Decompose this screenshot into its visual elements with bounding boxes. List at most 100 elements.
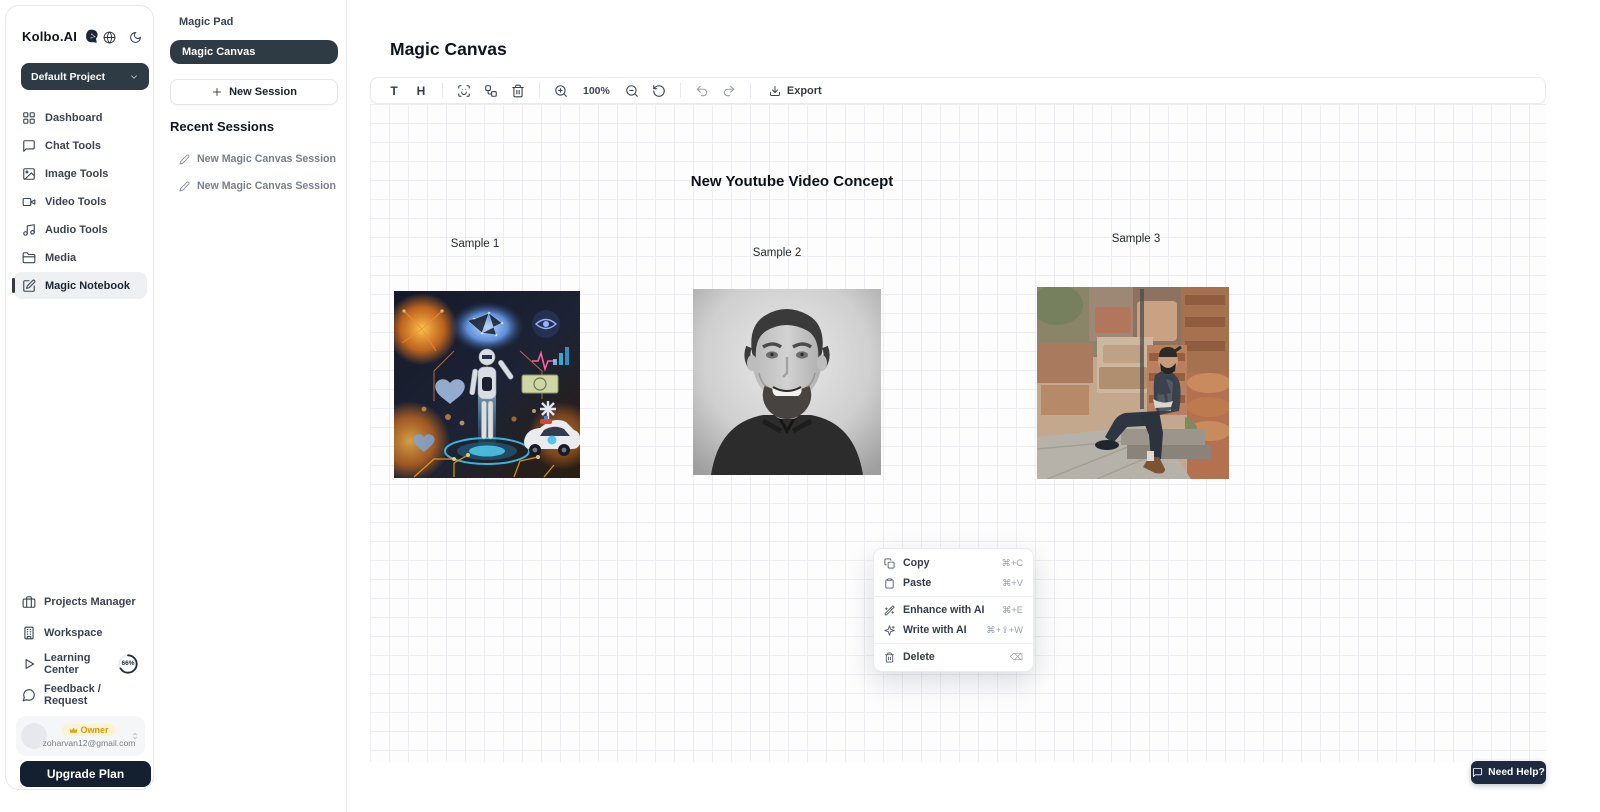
- delete-tool-button[interactable]: [507, 80, 529, 101]
- sidebar-item-label: Magic Notebook: [45, 280, 130, 292]
- sidebar-item-video-tools[interactable]: Video Tools: [14, 188, 147, 215]
- undo-button[interactable]: [691, 80, 713, 101]
- chat-bubble-icon: [22, 139, 36, 153]
- sidebar-item-label: Video Tools: [45, 196, 106, 208]
- text-tool-button[interactable]: T: [383, 80, 405, 101]
- rotate-reset-button[interactable]: [648, 80, 670, 101]
- owner-badge: Owner: [62, 724, 115, 736]
- sidebar: Kolbo.AI Default Project Dashboard Chat …: [5, 5, 154, 790]
- sidebar-item-label: Chat Tools: [45, 140, 101, 152]
- heading-tool-button[interactable]: H: [410, 80, 432, 101]
- pencil-icon: [179, 154, 190, 165]
- dashboard-grid-icon: [22, 111, 36, 125]
- sample-2-label[interactable]: Sample 2: [727, 247, 827, 259]
- context-menu-divider: [874, 596, 1033, 597]
- recent-sessions-title: Recent Sessions: [170, 119, 274, 134]
- sidebar-item-projects-manager[interactable]: Projects Manager: [14, 587, 147, 616]
- sidebar-item-workspace[interactable]: Workspace: [14, 618, 147, 647]
- pencil-icon: [179, 181, 190, 192]
- sparkles-icon: [884, 625, 895, 636]
- sample-3-image-man-on-ruins[interactable]: [1037, 287, 1229, 479]
- scan-face-tool-button[interactable]: [453, 80, 475, 101]
- upgrade-plan-button[interactable]: Upgrade Plan: [20, 761, 151, 787]
- sidebar-item-audio-tools[interactable]: Audio Tools: [14, 216, 147, 243]
- context-menu-divider: [874, 643, 1033, 644]
- sample-1-label[interactable]: Sample 1: [425, 238, 525, 250]
- copy-icon: [884, 558, 895, 569]
- session-list-item[interactable]: New Magic Canvas Session: [179, 151, 339, 167]
- chevron-down-icon: [129, 72, 139, 82]
- session-panel: Magic Pad Magic Canvas New Session Recen…: [155, 0, 347, 812]
- sidebar-item-label: Learning Center: [44, 652, 107, 676]
- upgrade-plan-label: Upgrade Plan: [47, 767, 124, 781]
- toolbar-divider: [680, 83, 681, 98]
- context-menu-item-enhance-with-ai[interactable]: Enhance with AI ⌘+E: [874, 600, 1033, 620]
- sidebar-item-image-tools[interactable]: Image Tools: [14, 160, 147, 187]
- learning-progress-value: 66%: [117, 653, 139, 675]
- session-list-item[interactable]: New Magic Canvas Session: [179, 178, 339, 194]
- need-help-button[interactable]: Need Help?: [1471, 761, 1546, 784]
- context-menu-item-delete[interactable]: Delete ⌫: [874, 647, 1033, 667]
- plus-icon: [211, 86, 223, 98]
- language-globe-icon[interactable]: [103, 31, 116, 44]
- canvas-toolbar: T H 100% Export: [370, 77, 1546, 104]
- sidebar-item-label: Feedback / Request: [44, 683, 139, 707]
- zoom-out-button[interactable]: [621, 80, 643, 101]
- user-email: zoharvan12@gmail.com: [43, 738, 136, 748]
- dark-mode-moon-icon[interactable]: [129, 31, 142, 44]
- redo-button[interactable]: [718, 80, 740, 101]
- notebook-pen-icon: [22, 279, 36, 293]
- sidebar-item-label: Image Tools: [45, 168, 108, 180]
- need-help-label: Need Help?: [1488, 767, 1545, 778]
- user-account-chip[interactable]: Owner zoharvan12@gmail.com: [16, 716, 145, 756]
- toolbar-divider: [750, 83, 751, 98]
- magic-canvas-tab-label: Magic Canvas: [182, 46, 255, 58]
- context-menu-label: Delete: [903, 651, 1002, 663]
- sidebar-item-label: Workspace: [44, 627, 103, 639]
- context-menu-item-write-with-ai[interactable]: Write with AI ⌘+⇧+W: [874, 620, 1033, 640]
- image-icon: [22, 167, 36, 181]
- sidebar-item-magic-notebook[interactable]: Magic Notebook: [14, 272, 147, 299]
- sidebar-item-feedback[interactable]: Feedback / Request: [14, 680, 147, 709]
- magic-canvas-tab[interactable]: Magic Canvas: [170, 40, 338, 64]
- sidebar-item-label: Media: [45, 252, 76, 264]
- zoom-in-button[interactable]: [550, 80, 572, 101]
- context-menu-shortcut: ⌘+V: [1002, 578, 1023, 589]
- logo: Kolbo.AI: [22, 26, 142, 46]
- project-selector[interactable]: Default Project: [21, 63, 149, 90]
- new-session-button[interactable]: New Session: [170, 79, 338, 105]
- context-menu-shortcut: ⌫: [1010, 652, 1023, 663]
- owner-badge-label: Owner: [80, 725, 108, 735]
- sample-3-label[interactable]: Sample 3: [1086, 233, 1186, 245]
- context-menu-item-copy[interactable]: Copy ⌘+C: [874, 553, 1033, 573]
- export-button[interactable]: Export: [761, 80, 830, 101]
- canvas-heading[interactable]: New Youtube Video Concept: [640, 173, 944, 190]
- briefcase-icon: [22, 595, 36, 609]
- sidebar-item-dashboard[interactable]: Dashboard: [14, 104, 147, 131]
- folder-icon: [22, 251, 36, 265]
- context-menu-shortcut: ⌘+C: [1002, 558, 1023, 569]
- session-item-label: New Magic Canvas Session: [197, 180, 336, 192]
- sidebar-item-chat-tools[interactable]: Chat Tools: [14, 132, 147, 159]
- context-menu-label: Paste: [903, 577, 994, 589]
- play-icon: [22, 657, 36, 671]
- sample-1-image-ai-robot-collage[interactable]: [394, 291, 580, 478]
- sidebar-item-media[interactable]: Media: [14, 244, 147, 271]
- sidebar-item-label: Dashboard: [45, 112, 102, 124]
- context-menu-label: Enhance with AI: [903, 604, 994, 616]
- context-menu-shortcut: ⌘+⇧+W: [986, 625, 1023, 636]
- toolbar-divider: [539, 83, 540, 98]
- chat-bubble-icon: [1472, 767, 1483, 778]
- sidebar-nav: Dashboard Chat Tools Image Tools Video T…: [14, 104, 147, 299]
- context-menu-item-paste[interactable]: Paste ⌘+V: [874, 573, 1033, 593]
- download-icon: [769, 85, 781, 97]
- magic-pad-link[interactable]: Magic Pad: [179, 16, 233, 28]
- learning-progress-badge: 66%: [117, 653, 139, 675]
- sample-2-image-bw-portrait[interactable]: [693, 289, 881, 475]
- export-label: Export: [787, 85, 822, 97]
- workflow-tool-button[interactable]: [480, 80, 502, 101]
- context-menu-label: Copy: [903, 557, 994, 569]
- sidebar-item-learning-center[interactable]: Learning Center 66%: [14, 649, 147, 678]
- new-session-label: New Session: [229, 86, 297, 98]
- sidebar-item-label: Projects Manager: [44, 596, 136, 608]
